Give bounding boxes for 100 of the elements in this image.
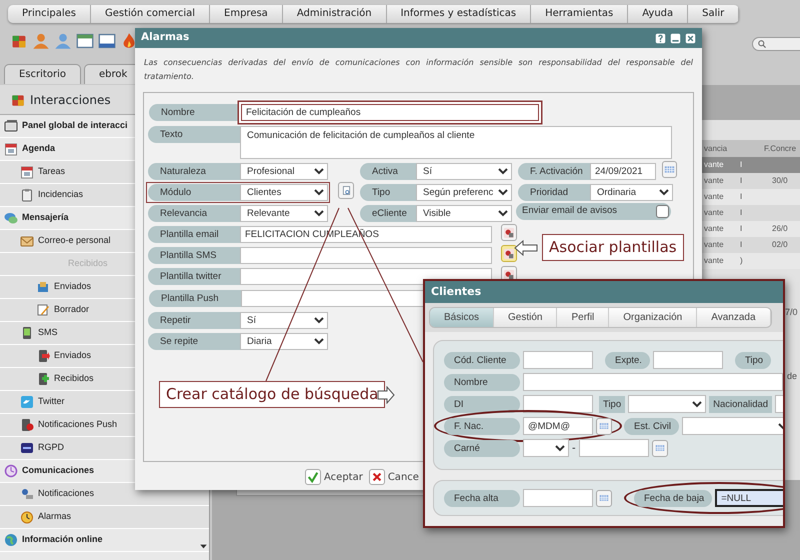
text-field[interactable] bbox=[240, 247, 492, 264]
dropdown[interactable]: Visible bbox=[416, 205, 512, 222]
field-label: Nombre bbox=[444, 374, 520, 390]
window-icon[interactable] bbox=[98, 32, 116, 50]
dropdown[interactable]: Según preferenc bbox=[416, 184, 512, 201]
field-label: Est. Civil bbox=[624, 418, 679, 434]
sidebar-item[interactable]: Correo-e personal bbox=[38, 234, 111, 248]
right-arrow-icon bbox=[377, 386, 395, 404]
menu-item[interactable]: Gestión comercial bbox=[90, 5, 210, 23]
calendar-button[interactable] bbox=[596, 490, 612, 506]
envelope-icon bbox=[36, 280, 50, 294]
sidebar-item[interactable]: Enviados bbox=[54, 349, 92, 363]
minimize-icon[interactable] bbox=[670, 32, 681, 44]
date-field[interactable]: @MDM@ bbox=[523, 417, 593, 435]
cancel-button[interactable]: Cance bbox=[368, 469, 419, 485]
table-cell-text: I bbox=[739, 191, 744, 203]
field-label: Fecha de baja bbox=[634, 490, 712, 506]
field-label: DI bbox=[444, 396, 520, 412]
field-label: F. Activación bbox=[518, 163, 590, 180]
pencil-icon bbox=[36, 303, 50, 317]
text-field[interactable]: Felicitación de cumpleaños bbox=[241, 104, 539, 121]
table-cell-text: vante bbox=[703, 159, 725, 171]
date-field[interactable]: 24/09/2021 bbox=[590, 163, 656, 180]
tab[interactable]: Perfil bbox=[557, 308, 610, 327]
text-field[interactable] bbox=[652, 351, 723, 369]
dropdown[interactable]: Diaria bbox=[240, 333, 328, 350]
chat-bubble-icon bbox=[4, 211, 18, 225]
sidebar-item[interactable]: Tareas bbox=[38, 165, 66, 179]
date-field[interactable] bbox=[523, 489, 593, 507]
tab[interactable]: Organización bbox=[609, 308, 698, 327]
close-icon[interactable] bbox=[685, 32, 696, 44]
sidebar-item[interactable]: SMS bbox=[38, 326, 58, 340]
person-icon[interactable] bbox=[32, 32, 50, 50]
phone-icon bbox=[36, 372, 50, 386]
checkbox[interactable] bbox=[656, 205, 669, 218]
search-field[interactable] bbox=[752, 37, 800, 51]
table-cell-text: vante bbox=[703, 223, 725, 235]
dropdown[interactable] bbox=[523, 439, 569, 457]
accept-button[interactable]: Aceptar bbox=[305, 469, 363, 485]
sidebar-item[interactable]: Comunicaciones bbox=[22, 464, 94, 478]
cross-icon bbox=[370, 471, 383, 483]
template-button[interactable] bbox=[501, 245, 517, 262]
date-field[interactable]: =NULL bbox=[715, 489, 783, 507]
left-arrow-icon bbox=[514, 240, 538, 256]
window-icon bbox=[4, 119, 18, 133]
dropdown[interactable]: Sí bbox=[416, 163, 512, 180]
calendar-icon bbox=[664, 164, 675, 175]
help-icon[interactable] bbox=[655, 32, 666, 44]
document-search-icon bbox=[340, 185, 352, 196]
dropdown[interactable]: Ordinaria bbox=[590, 184, 673, 201]
calendar-button[interactable] bbox=[652, 440, 668, 456]
dropdown[interactable]: Relevante bbox=[240, 205, 328, 222]
sidebar-item[interactable]: Panel global de interacci bbox=[22, 119, 128, 133]
sidebar-item[interactable]: Información online bbox=[22, 533, 103, 547]
clipboard-icon bbox=[20, 188, 34, 202]
text-field[interactable] bbox=[523, 351, 593, 369]
tab[interactable]: Gestión bbox=[494, 308, 558, 327]
field-label: Texto bbox=[148, 126, 240, 143]
menu-item[interactable]: Informes y estadísticas bbox=[386, 5, 532, 23]
envelope-icon bbox=[20, 234, 34, 248]
dropdown[interactable]: Profesional bbox=[240, 163, 328, 180]
menu-item[interactable]: Principales bbox=[8, 5, 91, 23]
calendar-button[interactable] bbox=[596, 418, 612, 434]
shield-icon bbox=[20, 441, 34, 455]
sidebar-item[interactable]: Alarmas bbox=[38, 510, 72, 524]
dropdown[interactable]: Clientes bbox=[240, 184, 328, 201]
field-label: Carné bbox=[444, 440, 520, 456]
sidebar-item[interactable]: Recibidos bbox=[54, 372, 94, 386]
menu-item[interactable]: Salir bbox=[688, 5, 740, 23]
text-field[interactable] bbox=[523, 395, 593, 413]
table-cell-text: de bbox=[787, 370, 798, 383]
menu-item[interactable]: Herramientas bbox=[531, 5, 628, 23]
sidebar-item[interactable]: Borrador bbox=[54, 303, 90, 317]
calendar-icon bbox=[654, 443, 665, 453]
tab[interactable]: Avanzada bbox=[697, 308, 770, 327]
menu-item[interactable]: Administración bbox=[282, 5, 387, 23]
calendar-button[interactable] bbox=[662, 161, 677, 178]
text-field[interactable] bbox=[578, 439, 649, 457]
sidebar-item[interactable]: Agenda bbox=[22, 142, 56, 156]
app-tab[interactable]: Escritorio bbox=[4, 64, 81, 84]
calendar-icon bbox=[20, 165, 34, 179]
catalog-button[interactable] bbox=[338, 182, 354, 199]
sidebar-item[interactable]: Enviados bbox=[54, 280, 92, 294]
checkbox-field[interactable]: Enviar email de avisos bbox=[516, 203, 671, 220]
sidebar-item[interactable]: RGPD bbox=[38, 441, 64, 455]
check-icon bbox=[307, 471, 319, 483]
text-field[interactable] bbox=[523, 373, 783, 391]
field-label: Plantilla email bbox=[148, 226, 240, 243]
template-button[interactable] bbox=[501, 224, 517, 241]
sidebar-item[interactable]: Twitter bbox=[38, 395, 65, 409]
dropdown[interactable]: Sí bbox=[240, 312, 328, 329]
sidebar-item[interactable]: Incidencias bbox=[38, 188, 84, 202]
menu-item[interactable]: Empresa bbox=[210, 5, 283, 23]
text-area[interactable]: Comunicación de felicitación de cumpleaños al cliente bbox=[240, 126, 672, 159]
window-icon[interactable] bbox=[76, 32, 94, 50]
checkbox-label: Enviar email de avisos bbox=[522, 204, 618, 218]
sidebar-item[interactable]: Mensajería bbox=[22, 211, 69, 225]
sidebar-item[interactable]: Notificaciones bbox=[38, 487, 94, 501]
menu-item[interactable]: Ayuda bbox=[628, 5, 688, 23]
tab[interactable]: Básicos bbox=[430, 308, 494, 327]
